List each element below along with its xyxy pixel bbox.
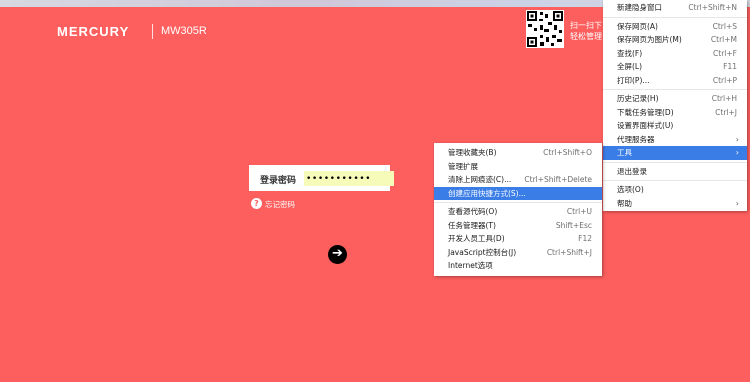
menu-options[interactable]: 选项(O) (603, 183, 747, 197)
submenu-dev-tools[interactable]: 开发人员工具(D) F12 (434, 232, 602, 246)
brand-logo: MERCURY (57, 24, 130, 39)
menu-separator (603, 161, 747, 163)
menu-find[interactable]: 查找(F) Ctrl+F (603, 47, 747, 61)
submenu-js-console[interactable]: JavaScript控制台(J) Ctrl+Shift+J (434, 246, 602, 260)
menu-save-as-image[interactable]: 保存网页为图片(M) Ctrl+M (603, 33, 747, 47)
menu-save-page[interactable]: 保存网页(A) Ctrl+S (603, 20, 747, 34)
menu-separator (434, 202, 602, 203)
submenu-manage-favorites[interactable]: 管理收藏夹(B) Ctrl+Shift+O (434, 146, 602, 160)
menu-proxy[interactable]: 代理服务器 › (603, 133, 747, 147)
qr-code (526, 10, 564, 48)
menu-tools[interactable]: 工具 › (603, 146, 747, 160)
chevron-right-icon: › (735, 134, 739, 144)
menu-separator (603, 16, 747, 18)
menu-downloads[interactable]: 下载任务管理(D) Ctrl+J (603, 106, 747, 120)
qr-caption: 扫一扫下 轻松管理 (570, 21, 602, 41)
password-input[interactable] (304, 171, 394, 186)
menu-logout[interactable]: 退出登录 (603, 165, 747, 179)
submenu-create-shortcut[interactable]: 创建应用快捷方式(S)... (434, 186, 602, 200)
menu-separator (603, 180, 747, 181)
brand-divider (152, 24, 153, 39)
submenu-internet-options[interactable]: Internet选项 (434, 259, 602, 273)
menu-print[interactable]: 打印(P)... Ctrl+P (603, 74, 747, 88)
menu-separator (603, 89, 747, 90)
submenu-view-source[interactable]: 查看源代码(O) Ctrl+U (434, 205, 602, 219)
menu-ui-style[interactable]: 设置界面样式(U) (603, 119, 747, 133)
help-icon[interactable]: ? (251, 198, 262, 209)
menu-fullscreen[interactable]: 全屏(L) F11 (603, 60, 747, 74)
submenu-manage-extensions[interactable]: 管理扩展 (434, 160, 602, 174)
router-model: MW305R (161, 25, 207, 37)
chevron-right-icon: › (735, 198, 739, 208)
menu-new-incognito[interactable]: 新建隐身窗口 Ctrl+Shift+N (603, 1, 747, 15)
chevron-right-icon: › (735, 148, 739, 157)
password-label: 登录密码 (260, 176, 297, 186)
menu-help[interactable]: 帮助 › (603, 197, 747, 211)
submenu-clear-history[interactable]: 清除上网痕迹(C)... Ctrl+Shift+Delete (434, 173, 602, 187)
login-arrow-button[interactable]: ➔ (328, 245, 347, 264)
tools-submenu: 管理收藏夹(B) Ctrl+Shift+O 管理扩展 清除上网痕迹(C)... Ct… (434, 143, 602, 276)
browser-context-menu: 新建隐身窗口 Ctrl+Shift+N 保存网页(A) Ctrl+S 保存网页为图片… (603, 0, 747, 211)
forgot-password-link[interactable]: 忘记密码 (265, 199, 295, 210)
submenu-task-manager[interactable]: 任务管理器(T) Shift+Esc (434, 219, 602, 233)
menu-history[interactable]: 历史记录(H) Ctrl+H (603, 92, 747, 106)
